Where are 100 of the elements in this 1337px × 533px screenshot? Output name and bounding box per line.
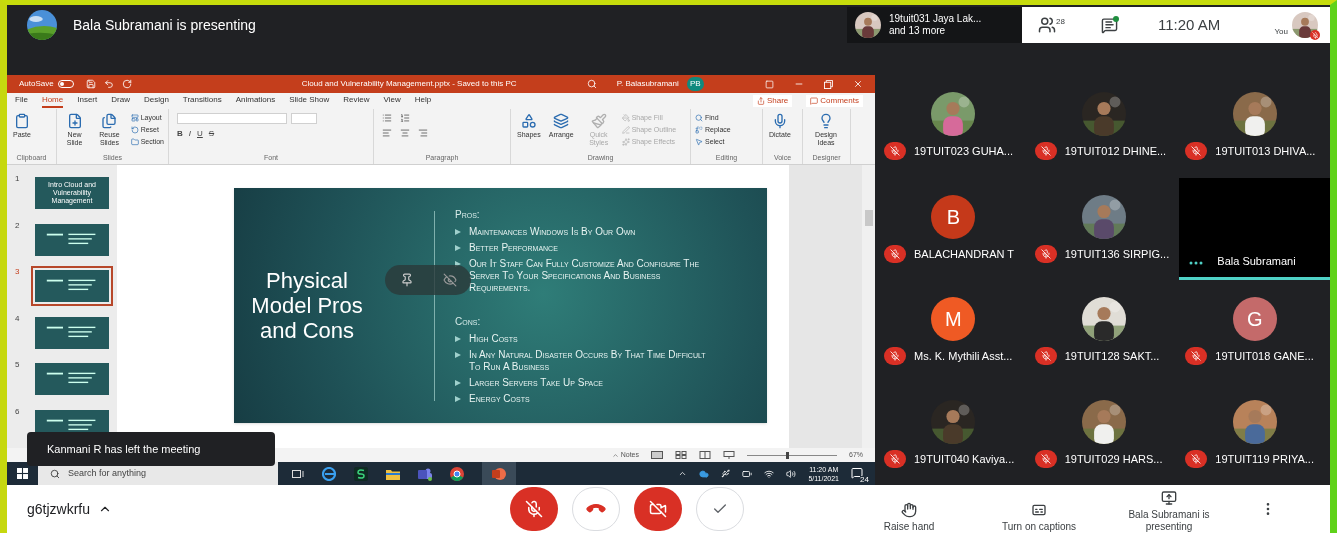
- ribbon-tab[interactable]: Draw: [111, 94, 130, 108]
- ribbon-tab[interactable]: Review: [343, 94, 370, 108]
- ribbon-tab[interactable]: Slide Show: [289, 94, 330, 108]
- layout-icon: [130, 113, 139, 122]
- camera-button[interactable]: [634, 487, 683, 531]
- microphone-button[interactable]: [510, 487, 559, 531]
- user-name: P. Balasubramani: [616, 78, 679, 90]
- slide-title: Physical Model Pros and Cons: [250, 268, 364, 343]
- notification-icon: [851, 466, 863, 479]
- replace-icon: [695, 125, 703, 134]
- mic-off-icon: [1040, 351, 1051, 362]
- ribbon-tab[interactable]: View: [383, 94, 401, 108]
- mic-off-icon: [1191, 146, 1202, 157]
- format-button[interactable]: B: [177, 128, 183, 140]
- bullet-icon: [455, 395, 461, 402]
- bullet-text: Our It Staff Can Fully Customize And Configure The Server To Your Specifications And Business Requirements.: [469, 257, 701, 294]
- close-icon[interactable]: [853, 79, 863, 89]
- usb-icon[interactable]: [721, 469, 731, 478]
- wifi-icon[interactable]: [764, 468, 775, 479]
- share-icon: [756, 97, 765, 105]
- check-button[interactable]: [696, 487, 745, 531]
- scrollbar[interactable]: [862, 165, 875, 448]
- participant-name: 19TUIT023 GUHA...: [914, 144, 1014, 159]
- cloud-icon[interactable]: [699, 468, 710, 479]
- notification-button[interactable]: 24: [851, 466, 867, 481]
- browser-e-icon[interactable]: [322, 466, 336, 481]
- lightbulb-icon: [818, 113, 834, 129]
- ribbon-tab[interactable]: Insert: [77, 94, 98, 108]
- undo-icon[interactable]: [103, 79, 114, 89]
- meeting-action[interactable]: Raise hand: [854, 501, 965, 533]
- ribbon-display-icon[interactable]: [765, 79, 774, 89]
- save-icon[interactable]: [85, 79, 96, 89]
- toggle-icon[interactable]: [57, 80, 74, 88]
- folder-icon[interactable]: [386, 467, 400, 480]
- slide-number: 2: [15, 219, 21, 232]
- bullet-text: Energy Costs: [469, 392, 530, 405]
- meeting-details-button[interactable]: g6tjzwkrfu: [27, 498, 113, 520]
- chat-button[interactable]: [1100, 16, 1118, 34]
- restore-icon[interactable]: [824, 79, 833, 89]
- app-s-icon[interactable]: [354, 466, 368, 481]
- mic-off-icon: [525, 500, 544, 518]
- toast-message: Kanmani R has left the meeting: [47, 441, 201, 457]
- ribbon-tab[interactable]: Help: [414, 94, 432, 108]
- new-slide-icon: [66, 113, 83, 129]
- participant-name: Ms. K. Mythili Asst...: [914, 349, 1013, 364]
- meeting-action[interactable]: Turn on captions: [984, 501, 1095, 533]
- participant-name: 19TUIT128 SAKT...: [1064, 349, 1160, 364]
- video-tile[interactable]: Bala Subramani: [1179, 177, 1330, 280]
- ribbon-tab[interactable]: Design: [143, 94, 169, 108]
- normal-view-icon[interactable]: [651, 451, 663, 459]
- search-icon[interactable]: [586, 79, 597, 89]
- format-button[interactable]: S: [208, 128, 215, 140]
- avatar: M: [931, 297, 976, 342]
- avatar: G: [1232, 297, 1277, 342]
- participant-name: 19TUIT018 GANE...: [1215, 349, 1314, 364]
- section-heading: Pros:: [455, 207, 481, 222]
- grid-view-icon[interactable]: [675, 451, 687, 459]
- volume-icon[interactable]: [786, 468, 797, 479]
- hide-icon[interactable]: [442, 273, 457, 287]
- share-button[interactable]: Share: [752, 95, 793, 107]
- avatar: B: [931, 194, 976, 239]
- task-view-icon[interactable]: [292, 468, 304, 479]
- search-icon: [50, 468, 60, 479]
- autosave-label: AutoSave: [19, 78, 54, 90]
- powerpoint-taskbar-item[interactable]: [482, 462, 516, 485]
- participant-name: 19tuit031 Jaya Lak...: [889, 13, 982, 25]
- reading-view-icon[interactable]: [699, 451, 711, 459]
- chrome-icon[interactable]: [450, 466, 464, 481]
- redo-icon[interactable]: [121, 79, 132, 89]
- meeting-action[interactable]: Bala Subramani is presenting: [1114, 489, 1225, 533]
- slide-thumbnail[interactable]: [31, 266, 113, 306]
- participant-name: 19TUIT040 Kaviya...: [914, 451, 1015, 467]
- clock-time: 11:20 AM: [1157, 14, 1221, 35]
- bullet-text: High Costs: [469, 332, 518, 345]
- participant-chip[interactable]: 19tuit031 Jaya Lak... and 13 more: [847, 7, 1022, 43]
- ribbon-tab[interactable]: Animations: [235, 94, 276, 108]
- mic-off-icon: [1040, 146, 1051, 157]
- slide-number: 5: [15, 359, 21, 371]
- zoom-thumb[interactable]: [786, 451, 790, 459]
- hang-up-button[interactable]: [572, 487, 621, 531]
- battery-icon[interactable]: [742, 468, 753, 479]
- ribbon-tab[interactable]: Transitions: [182, 94, 222, 108]
- comments-button[interactable]: Comments: [806, 95, 863, 107]
- format-button[interactable]: U: [197, 128, 203, 140]
- ribbon-tab[interactable]: File: [15, 94, 28, 108]
- teams-icon[interactable]: [418, 466, 432, 481]
- font-name-field[interactable]: [177, 113, 287, 124]
- bullet-icon: [455, 244, 461, 251]
- participant-name: 19TUIT136 SIRPIG...: [1064, 246, 1170, 262]
- format-button[interactable]: I: [188, 128, 191, 140]
- slideshow-icon[interactable]: [723, 451, 735, 459]
- windows-logo-icon[interactable]: [17, 468, 28, 479]
- font-size-field[interactable]: [291, 113, 317, 124]
- pin-icon[interactable]: [399, 273, 414, 287]
- people-button[interactable]: 28: [1038, 16, 1065, 34]
- numbering-icon[interactable]: [400, 113, 410, 123]
- pen-icon: [621, 125, 630, 134]
- mic-off-icon: [890, 351, 900, 362]
- mic-off-icon: [1040, 248, 1051, 259]
- bullet-icon: [455, 260, 461, 267]
